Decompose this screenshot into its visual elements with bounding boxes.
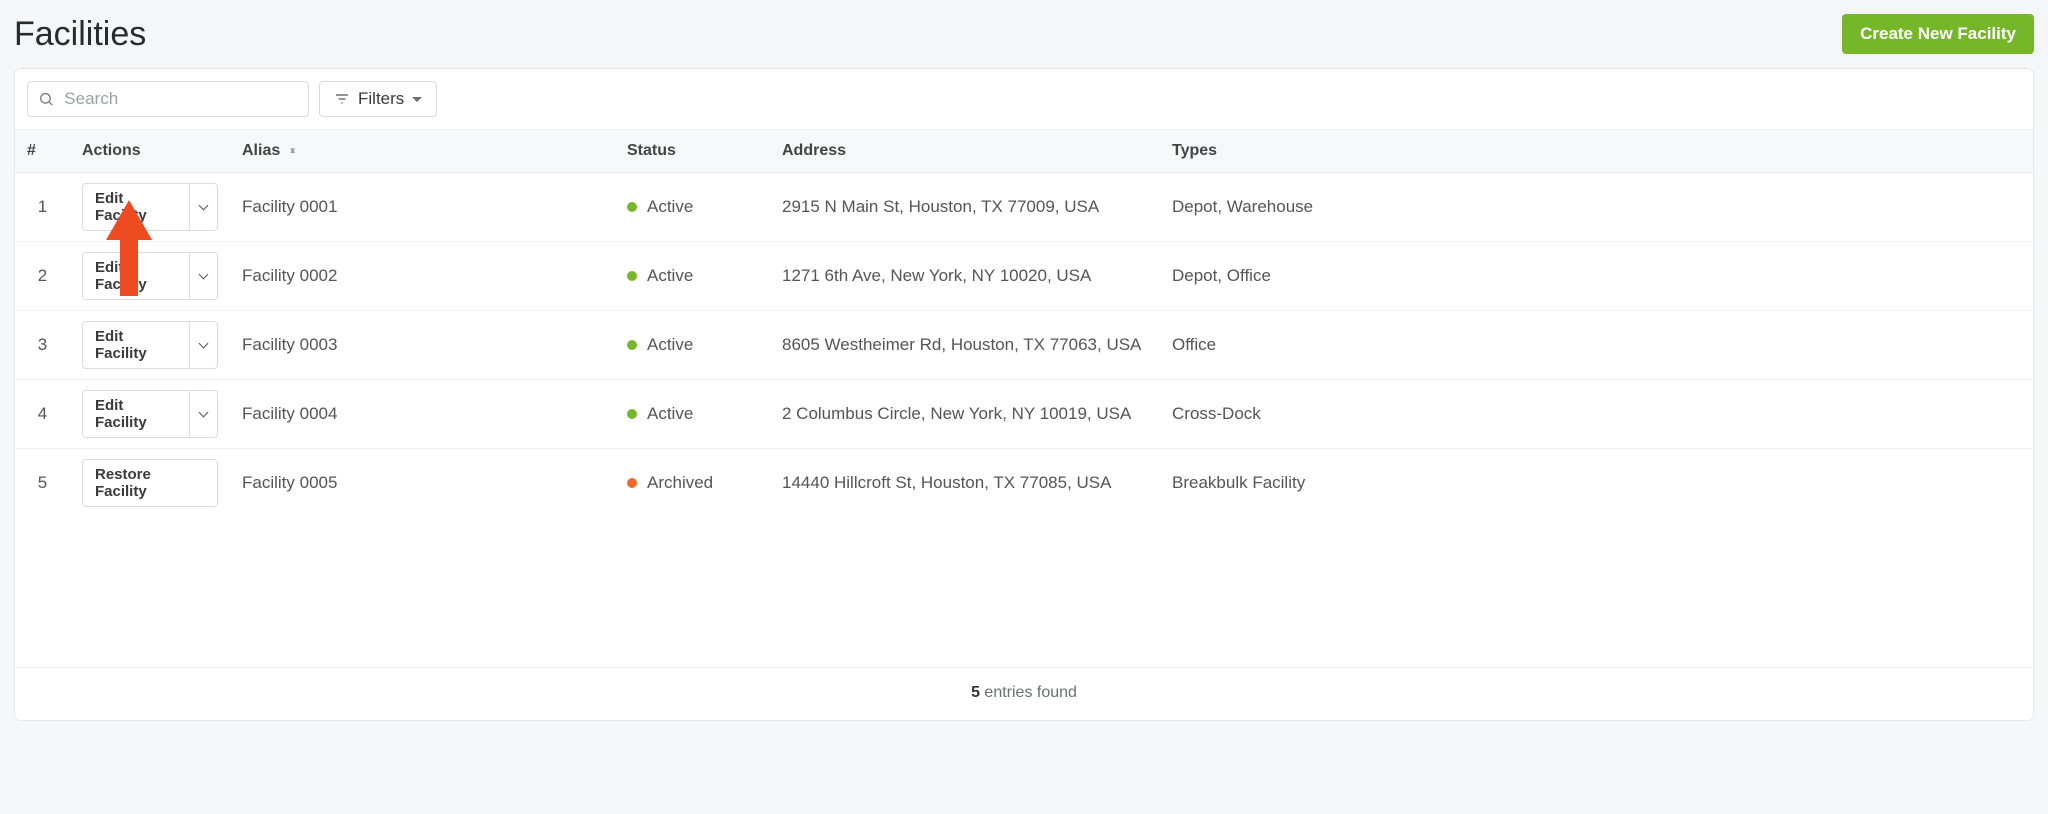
filter-icon [334,91,350,107]
alias-cell: Facility 0004 [230,380,615,449]
filters-button[interactable]: Filters [319,81,437,117]
edit-facility-button[interactable]: Edit Facility [83,253,189,299]
status-label: Active [647,404,693,424]
types-cell: Cross-Dock [1160,380,2033,449]
status-label: Active [647,335,693,355]
alias-cell: Facility 0005 [230,449,615,518]
entries-suffix: entries found [980,684,1077,701]
row-number: 2 [15,242,70,311]
column-header-alias-label: Alias [242,142,280,159]
edit-facility-dropdown-toggle[interactable] [189,391,217,437]
table-row: 2 Edit Facility Facility 0002 Active 1271 6t… [15,242,2033,311]
column-header-status[interactable]: Status [615,130,770,173]
edit-facility-dropdown-toggle[interactable] [189,253,217,299]
address-cell: 8605 Westheimer Rd, Houston, TX 77063, U… [770,311,1160,380]
table-row: 1 Edit Facility Facility 0001 Active 2915 N … [15,173,2033,242]
edit-facility-button[interactable]: Edit Facility [83,391,189,437]
column-header-actions: Actions [70,130,230,173]
search-input[interactable] [62,88,298,110]
alias-cell: Facility 0001 [230,173,615,242]
status-label: Archived [647,473,713,493]
page-title: Facilities [14,15,146,54]
row-number: 4 [15,380,70,449]
create-new-facility-button[interactable]: Create New Facility [1842,14,2034,54]
restore-facility-button[interactable]: Restore Facility [82,459,218,507]
status-label: Active [647,197,693,217]
facilities-table: # Actions Alias ▲▼ Status Address Types … [15,129,2033,517]
chevron-down-icon [199,270,209,280]
alias-cell: Facility 0002 [230,242,615,311]
row-number: 1 [15,173,70,242]
types-cell: Breakbulk Facility [1160,449,2033,518]
entries-count: 5 [971,684,980,701]
edit-facility-dropdown-toggle[interactable] [189,322,217,368]
caret-down-icon [412,97,422,102]
types-cell: Office [1160,311,2033,380]
edit-facility-button[interactable]: Edit Facility [83,184,189,230]
address-cell: 14440 Hillcroft St, Houston, TX 77085, U… [770,449,1160,518]
search-field-wrapper[interactable] [27,81,309,117]
column-header-types[interactable]: Types [1160,130,2033,173]
status-dot-active-icon [627,409,637,419]
status-label: Active [647,266,693,286]
address-cell: 2 Columbus Circle, New York, NY 10019, U… [770,380,1160,449]
table-row: 4 Edit Facility Facility 0004 Active 2 Colum… [15,380,2033,449]
edit-facility-dropdown-toggle[interactable] [189,184,217,230]
table-row: 5Restore FacilityFacility 0005 Archived 14… [15,449,2033,518]
chevron-down-icon [199,339,209,349]
types-cell: Depot, Office [1160,242,2033,311]
facilities-panel: Filters # Actions Alias ▲▼ Status Addres… [14,68,2034,721]
edit-facility-button[interactable]: Edit Facility [83,322,189,368]
row-number: 5 [15,449,70,518]
row-number: 3 [15,311,70,380]
column-header-alias[interactable]: Alias ▲▼ [230,130,615,173]
table-row: 3 Edit Facility Facility 0003 Active 8605 We… [15,311,2033,380]
status-dot-archived-icon [627,478,637,488]
search-icon [38,90,54,108]
chevron-down-icon [199,201,209,211]
filters-label: Filters [358,89,404,109]
chevron-down-icon [199,408,209,418]
status-dot-active-icon [627,271,637,281]
status-dot-active-icon [627,202,637,212]
address-cell: 2915 N Main St, Houston, TX 77009, USA [770,173,1160,242]
column-header-address[interactable]: Address [770,130,1160,173]
entries-footer: 5 entries found [15,667,2033,720]
status-dot-active-icon [627,340,637,350]
column-header-num[interactable]: # [15,130,70,173]
types-cell: Depot, Warehouse [1160,173,2033,242]
alias-cell: Facility 0003 [230,311,615,380]
address-cell: 1271 6th Ave, New York, NY 10020, USA [770,242,1160,311]
